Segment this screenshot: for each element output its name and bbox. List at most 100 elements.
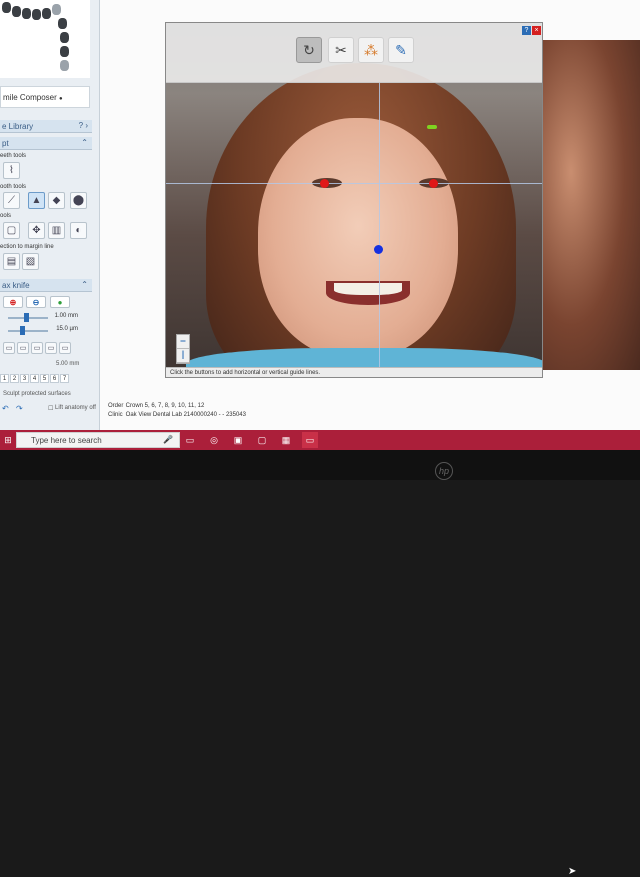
start-icon[interactable]: ⊞ xyxy=(0,432,16,448)
smooth-wax-button[interactable]: ● xyxy=(50,296,70,308)
microphone-icon[interactable]: 🎤 xyxy=(163,435,173,444)
undo-icon[interactable]: ↶ xyxy=(2,404,9,413)
store-icon[interactable]: ▦ xyxy=(278,432,294,448)
search-box[interactable]: Type here to search 🎤 xyxy=(16,432,180,448)
add-wax-button[interactable]: ⊕ xyxy=(3,296,23,308)
points-button[interactable]: ⁂ xyxy=(358,37,384,63)
task-view-icon[interactable]: ▭ xyxy=(182,432,198,448)
remove-wax-button[interactable]: ⊖ xyxy=(26,296,46,308)
nose-tip-marker[interactable] xyxy=(374,245,383,254)
wax-knife-title: ax knife xyxy=(2,281,30,290)
wax-option-5[interactable]: ▭ xyxy=(59,342,71,354)
vertical-guide-button[interactable]: ║ xyxy=(177,350,189,363)
margin-tool-button-1[interactable]: ▤ xyxy=(3,253,20,270)
app-name-box: mile Composer ● xyxy=(0,86,90,108)
status-bar: Click the buttons to add horizontal or v… xyxy=(166,367,542,377)
morph-tool-button[interactable]: ⬤ xyxy=(70,192,87,209)
paint-icon: ✥ xyxy=(32,225,41,236)
slider-knob[interactable] xyxy=(24,313,29,322)
tool-button-4[interactable]: ◐ xyxy=(70,222,87,239)
brush-button[interactable]: ✎ xyxy=(388,37,414,63)
tooth-icon xyxy=(60,60,69,71)
hp-logo: hp xyxy=(435,462,453,480)
smooth-icon: ◆ xyxy=(52,195,61,206)
guide-buttons: ═ ║ xyxy=(176,334,190,364)
wax-knife-header[interactable]: ax knife ⌃ xyxy=(0,279,92,292)
refresh-button[interactable]: ↻ xyxy=(296,37,322,63)
app-icon-2[interactable]: ▢ xyxy=(254,432,270,448)
vertical-guide-line[interactable] xyxy=(379,83,380,377)
margin-tool-button-2[interactable]: ▧ xyxy=(22,253,39,270)
order-value: Crown 5, 6, 7, 8, 9, 10, 11, 12 xyxy=(125,403,205,409)
wax-option-1[interactable]: ▭ xyxy=(3,342,15,354)
wax-option-4[interactable]: ▭ xyxy=(45,342,57,354)
number-button[interactable]: 7 xyxy=(60,374,69,383)
drop-icon: ● xyxy=(57,297,63,307)
tool-icon: ▢ xyxy=(6,225,17,236)
margin-icon: ▤ xyxy=(6,256,17,267)
wax-option-2[interactable]: ▭ xyxy=(17,342,29,354)
clinic-label: Clinic xyxy=(108,412,123,418)
scissors-button[interactable]: ✂ xyxy=(328,37,354,63)
horizontal-guide-button[interactable]: ═ xyxy=(177,336,189,349)
tool-button-2[interactable]: ✥ xyxy=(28,222,45,239)
tooth-icon xyxy=(52,4,61,15)
tooth-icon xyxy=(58,18,67,29)
wax-knife-tool-button[interactable]: ▲ xyxy=(28,192,45,209)
layer-number-row: 1 2 3 4 5 6 7 xyxy=(0,374,92,384)
size-slider[interactable]: 1.00 mm xyxy=(0,313,92,323)
face-region xyxy=(258,118,458,358)
tooth-icon xyxy=(32,9,41,20)
smooth-tool-button[interactable]: ◆ xyxy=(48,192,65,209)
sculpt-tool-button[interactable]: ⟋ xyxy=(3,192,20,209)
gray-value: 5.00 mm xyxy=(56,361,80,367)
monitor-bezel xyxy=(0,450,640,480)
tooth-icon xyxy=(22,8,31,19)
collapse-icon[interactable]: ⌃ xyxy=(81,138,88,147)
number-button[interactable]: 6 xyxy=(50,374,59,383)
anatomy-checkbox[interactable]: ☐ xyxy=(48,405,53,412)
right-pupil-marker[interactable] xyxy=(429,179,438,188)
frame-icon: ▥ xyxy=(51,225,62,236)
teeth-tools-label: eeth tools xyxy=(0,153,27,159)
brush-icon: ✎ xyxy=(395,41,407,58)
options-header[interactable]: pt ⌃ xyxy=(0,137,92,150)
library-help-icon[interactable]: ? › xyxy=(79,121,88,130)
pin-icon[interactable]: ● xyxy=(59,96,63,102)
number-button[interactable]: 2 xyxy=(10,374,19,383)
number-button[interactable]: 5 xyxy=(40,374,49,383)
number-button[interactable]: 1 xyxy=(0,374,9,383)
clinic-value: Oak View Dental Lab 2140000240 - - 23504… xyxy=(125,412,246,418)
margin-line-label: ection to margin line xyxy=(0,244,54,250)
library-title: e Library xyxy=(2,122,34,131)
morph-icon: ⬤ xyxy=(72,195,85,206)
horizontal-guide-line[interactable] xyxy=(166,183,542,184)
app-icon-active[interactable]: ▭ xyxy=(302,432,318,448)
tooth-icon xyxy=(60,46,69,57)
chrome-icon[interactable]: ◎ xyxy=(206,432,222,448)
step-slider[interactable]: 15.0 µm xyxy=(0,326,92,336)
tooth-icon xyxy=(12,6,21,17)
tool-button-3[interactable]: ▥ xyxy=(48,222,65,239)
number-button[interactable]: 4 xyxy=(30,374,39,383)
collapse-icon[interactable]: ⌃ xyxy=(81,280,88,289)
face-photo-window[interactable]: ↻ ✂ ⁂ ✎ ? × ═ ║ Click the buttons to add… xyxy=(165,22,543,378)
tool-button-1[interactable]: ▢ xyxy=(3,222,20,239)
library-header[interactable]: e Library ? › xyxy=(0,120,92,133)
free-form-tool-button[interactable]: ⌇ xyxy=(3,162,20,179)
help-icon[interactable]: ? xyxy=(522,26,531,35)
number-button[interactable]: 3 xyxy=(20,374,29,383)
left-pupil-marker[interactable] xyxy=(320,179,329,188)
tooth-tools-label: ooth tools xyxy=(0,184,27,190)
tooth-icon xyxy=(2,2,11,13)
search-placeholder: Type here to search xyxy=(31,436,102,445)
taskbar: ⊞ Type here to search 🎤 ▭ ◎ ▣ ▢ ▦ ▭ ➤ xyxy=(0,430,640,877)
wax-option-3[interactable]: ▭ xyxy=(31,342,43,354)
close-icon[interactable]: × xyxy=(532,26,541,35)
redo-icon[interactable]: ↷ xyxy=(16,404,23,413)
green-marker[interactable] xyxy=(427,125,437,129)
slider-knob[interactable] xyxy=(20,326,25,335)
app-icon-1[interactable]: ▣ xyxy=(230,432,246,448)
plus-icon: ⊕ xyxy=(9,297,17,307)
dental-arch-thumbnail[interactable] xyxy=(0,0,90,78)
